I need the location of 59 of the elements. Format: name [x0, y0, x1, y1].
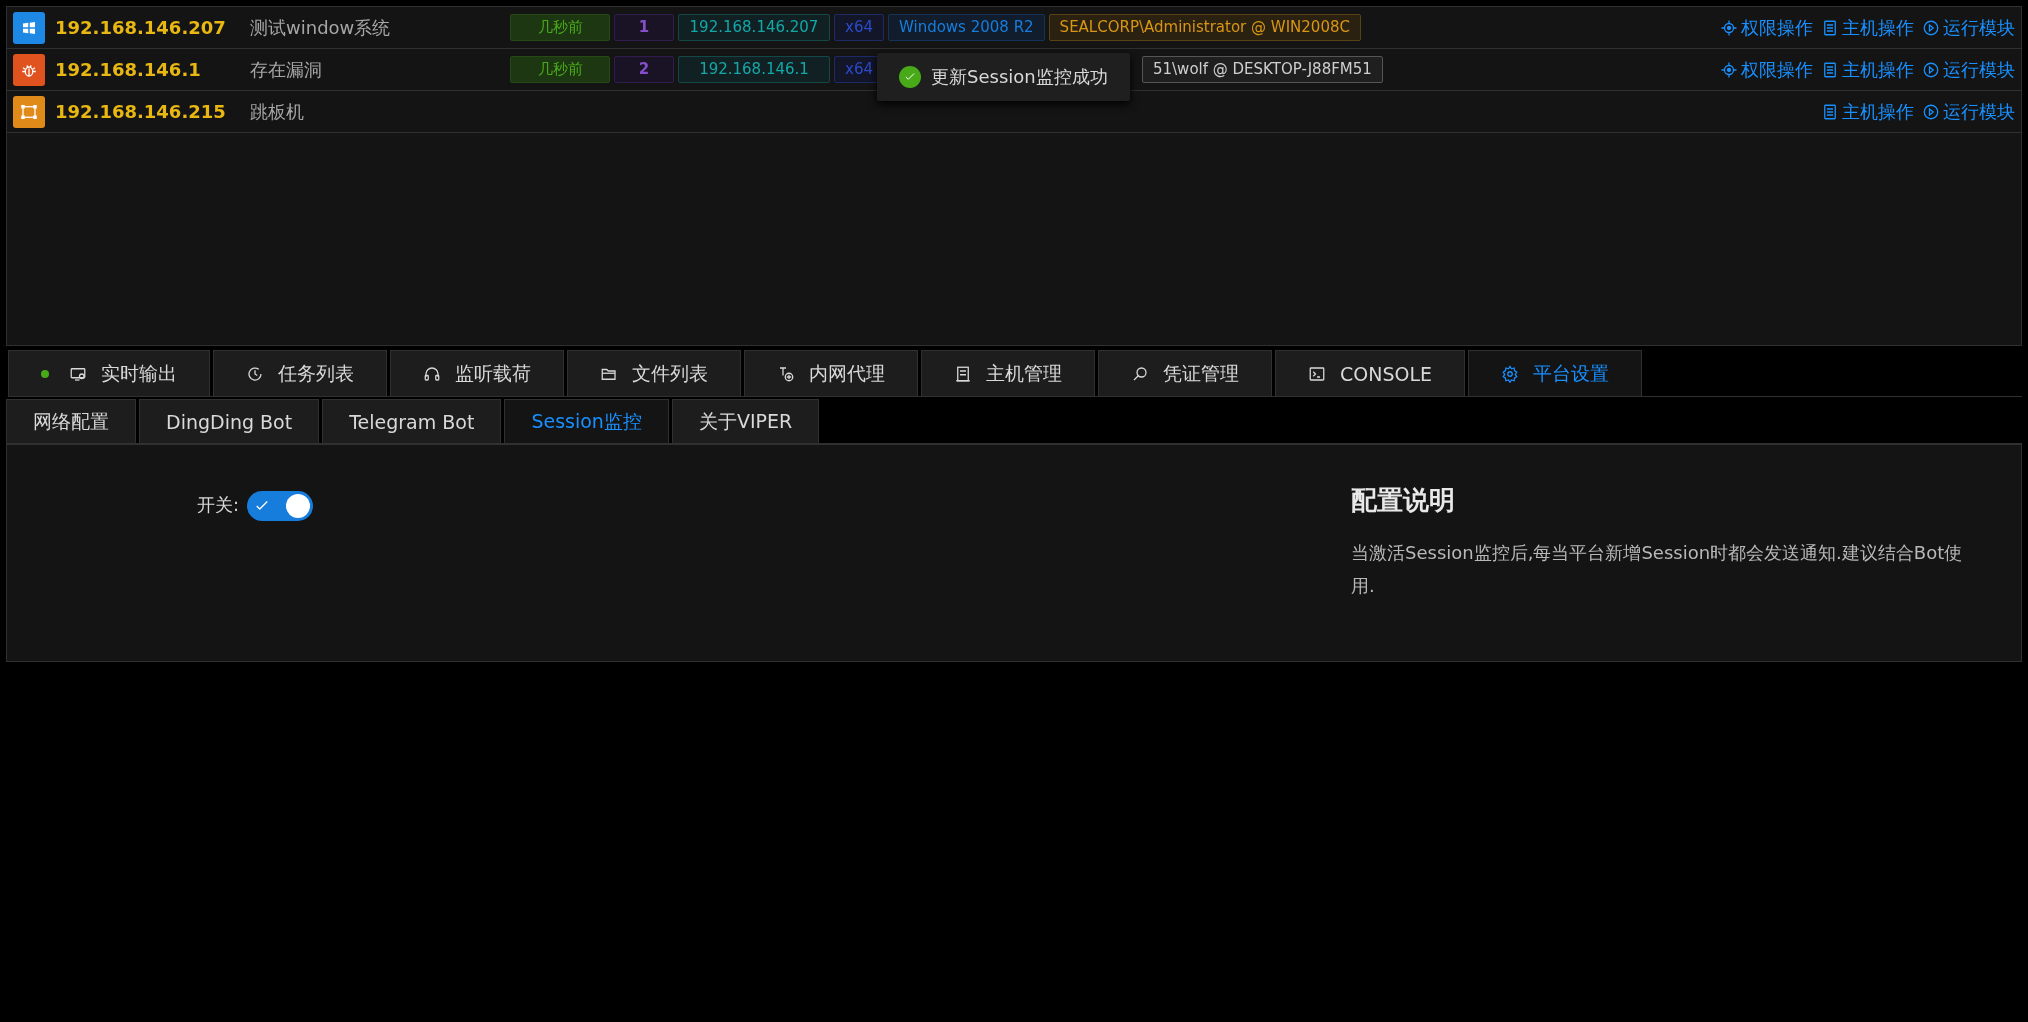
doc-icon: [1821, 60, 1839, 79]
session-ip[interactable]: 192.168.146.1: [55, 57, 240, 82]
success-toast: 更新Session监控成功: [877, 53, 1130, 101]
time-tag: 几秒前: [510, 14, 610, 41]
gear-icon: [1501, 364, 1520, 383]
tab[interactable]: 主机管理: [921, 350, 1095, 396]
subtab[interactable]: DingDing Bot: [139, 399, 320, 443]
subtab[interactable]: 关于VIPER: [671, 399, 820, 443]
help-text: 当激活Session监控后,每当平台新增Session时都会发送通知.建议结合Bot使用.: [1351, 541, 1964, 598]
play-icon: [1922, 18, 1940, 37]
play-icon: [1922, 102, 1940, 121]
os-tag: Windows 2008 R2: [887, 14, 1045, 41]
tab[interactable]: 凭证管理: [1098, 350, 1272, 396]
user-tag: 51\wolf @ DESKTOP-J88FM51: [1141, 56, 1383, 83]
time-tag: 几秒前: [510, 56, 610, 83]
count-tag: 1: [614, 14, 674, 41]
ip-tag: 192.168.146.1: [678, 56, 830, 83]
target-icon: [1720, 60, 1738, 79]
session-comment: 测试window系统: [250, 15, 392, 40]
toggle-switch[interactable]: [247, 491, 314, 521]
action-link[interactable]: 主机操作: [1821, 99, 1914, 124]
tab[interactable]: 实时输出: [8, 350, 210, 396]
session-comment: 跳板机: [250, 99, 305, 124]
help-title: 配置说明: [1351, 484, 1456, 517]
nodes-icon: [20, 102, 38, 121]
doc-icon: [1821, 102, 1839, 121]
doc-icon: [1821, 18, 1839, 37]
session-comment: 存在漏洞: [250, 57, 323, 82]
terminal-icon: [1308, 364, 1326, 383]
subtab[interactable]: Telegram Bot: [322, 399, 502, 443]
action-link[interactable]: 权限操作: [1720, 57, 1813, 82]
action-link[interactable]: 运行模块: [1922, 15, 2015, 40]
action-link[interactable]: 主机操作: [1821, 57, 1914, 82]
host-icon: [954, 364, 972, 383]
tab[interactable]: 监听载荷: [390, 350, 564, 396]
subtab[interactable]: 网络配置: [6, 399, 136, 443]
count-tag: 2: [614, 56, 674, 83]
action-link[interactable]: 权限操作: [1720, 15, 1813, 40]
tab[interactable]: 任务列表: [213, 350, 387, 396]
search-icon: [1131, 364, 1149, 383]
action-link[interactable]: 主机操作: [1821, 15, 1914, 40]
arch-tag: x64: [834, 14, 884, 41]
subtab[interactable]: Session监控: [504, 399, 669, 443]
tab[interactable]: 内网代理: [744, 350, 918, 396]
switch-label: 开关:: [197, 493, 240, 517]
clock-icon: [246, 364, 264, 383]
headset-icon: [423, 364, 441, 383]
tab[interactable]: 文件列表: [567, 350, 741, 396]
play-icon: [1922, 60, 1940, 79]
ip-tag: 192.168.146.207: [678, 14, 830, 41]
action-link[interactable]: 运行模块: [1922, 57, 2015, 82]
admin-tag: SEALCORP\Administrator @ WIN2008C: [1048, 14, 1361, 41]
session-ip[interactable]: 192.168.146.215: [55, 99, 240, 124]
tab[interactable]: 平台设置: [1468, 350, 1643, 396]
action-link[interactable]: 运行模块: [1922, 99, 2015, 124]
proxy-icon: [777, 364, 795, 383]
tab[interactable]: CONSOLE: [1275, 350, 1466, 396]
target-icon: [1720, 18, 1738, 37]
session-ip[interactable]: 192.168.146.207: [55, 15, 240, 40]
